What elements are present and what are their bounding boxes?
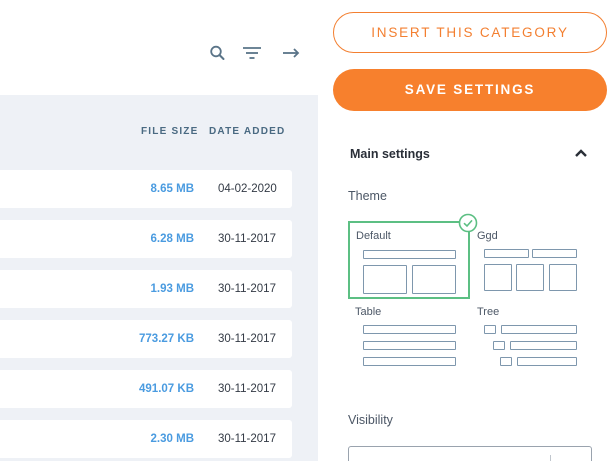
- theme-name: Default: [356, 230, 391, 242]
- column-header-file-size[interactable]: FILE SIZE: [141, 126, 198, 137]
- theme-preview-bar: [363, 250, 456, 259]
- theme-preview-bar: [363, 357, 456, 366]
- theme-preview-bar: [500, 357, 512, 366]
- theme-option-default[interactable]: Default: [348, 221, 470, 299]
- theme-preview-bar: [484, 249, 529, 258]
- select-divider: [550, 455, 551, 461]
- theme-preview-bar: [363, 341, 456, 350]
- visibility-label: Visibility: [348, 413, 393, 427]
- date-added: 30-11-2017: [218, 283, 276, 295]
- theme-name: Tree: [477, 306, 500, 318]
- file-size: 1.93 MB: [150, 283, 194, 295]
- arrow-right-icon[interactable]: [281, 44, 301, 62]
- theme-option-table[interactable]: Table: [348, 300, 470, 378]
- file-size: 2.30 MB: [150, 433, 194, 445]
- insert-category-button[interactable]: INSERT THIS CATEGORY: [333, 12, 607, 53]
- date-added: 30-11-2017: [218, 333, 276, 345]
- date-added: 30-11-2017: [218, 383, 276, 395]
- table-row[interactable]: 491.07 KB 30-11-2017: [0, 370, 292, 408]
- filter-icon[interactable]: [242, 44, 262, 62]
- visibility-select[interactable]: [348, 446, 592, 461]
- search-icon[interactable]: [208, 44, 228, 62]
- date-added: 30-11-2017: [218, 433, 276, 445]
- table-row[interactable]: 773.27 KB 30-11-2017: [0, 320, 292, 358]
- app-root: FILE SIZE DATE ADDED 8.65 MB 04-02-2020 …: [0, 0, 615, 461]
- save-settings-button[interactable]: SAVE SETTINGS: [333, 69, 607, 111]
- theme-preview-bar: [532, 249, 577, 258]
- file-size: 491.07 KB: [139, 383, 194, 395]
- theme-name: Table: [355, 306, 382, 318]
- theme-preview-bar: [484, 264, 512, 291]
- table-row[interactable]: 2.30 MB 30-11-2017: [0, 420, 292, 458]
- date-added: 04-02-2020: [218, 183, 277, 195]
- file-size: 8.65 MB: [150, 183, 194, 195]
- theme-preview-bar: [501, 325, 577, 334]
- file-size: 773.27 KB: [139, 333, 194, 345]
- theme-preview-bar: [412, 265, 456, 294]
- theme-preview-bar: [493, 341, 505, 350]
- column-header-date-added[interactable]: DATE ADDED: [209, 126, 285, 137]
- table-row[interactable]: 1.93 MB 30-11-2017: [0, 270, 292, 308]
- theme-option-tree[interactable]: Tree: [470, 300, 592, 378]
- theme-preview-bar: [517, 357, 577, 366]
- chevron-up-icon[interactable]: [573, 146, 589, 160]
- table-row[interactable]: 8.65 MB 04-02-2020: [0, 170, 292, 208]
- theme-preview-bar: [516, 264, 544, 291]
- date-added: 30-11-2017: [218, 233, 276, 245]
- theme-option-ggd[interactable]: Ggd: [470, 221, 592, 299]
- table-row[interactable]: 6.28 MB 30-11-2017: [0, 220, 292, 258]
- theme-preview-bar: [363, 325, 456, 334]
- file-size: 6.28 MB: [150, 233, 194, 245]
- theme-preview-bar: [510, 341, 577, 350]
- section-title: Main settings: [350, 147, 430, 161]
- theme-name: Ggd: [477, 230, 498, 242]
- settings-panel: INSERT THIS CATEGORY SAVE SETTINGS Main …: [318, 0, 615, 461]
- theme-label: Theme: [348, 189, 387, 203]
- theme-preview-bar: [484, 325, 496, 334]
- file-list-panel: FILE SIZE DATE ADDED 8.65 MB 04-02-2020 …: [0, 0, 318, 461]
- theme-preview-bar: [363, 265, 407, 294]
- theme-preview-bar: [549, 264, 577, 291]
